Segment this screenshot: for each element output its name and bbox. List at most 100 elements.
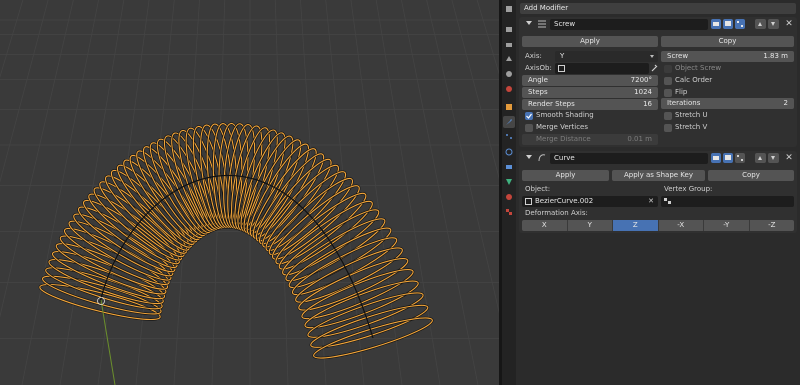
axis-z-button[interactable]: Z (613, 220, 659, 231)
camera-toggle-icon[interactable] (711, 19, 721, 29)
angle-field[interactable]: Angle 7200° (522, 75, 658, 86)
axis-select[interactable]: Y (555, 51, 658, 62)
editmode-toggle-icon[interactable] (735, 153, 745, 163)
iterations-field[interactable]: Iterations 2 (661, 98, 794, 109)
screw-modifier-panel: Screw ✕ Apply Copy Axis: Y AxisOb: Angle… (519, 17, 797, 147)
tab-modifiers[interactable] (503, 116, 515, 128)
axisob-field[interactable] (555, 63, 649, 74)
tab-texture[interactable] (503, 206, 515, 218)
checkmark-icon (526, 113, 532, 119)
iterations-label: Iterations (667, 99, 701, 107)
axis-neg-x-button[interactable]: -X (658, 220, 704, 231)
tab-particles[interactable] (503, 131, 515, 143)
camera-toggle-icon[interactable] (711, 153, 721, 163)
axis-label: Axis: (525, 52, 542, 60)
axisob-label: AxisOb: (525, 64, 552, 72)
properties-editor: Add Modifier Screw ✕ Apply Copy Axis: Y … (516, 0, 800, 385)
axis-neg-y-button[interactable]: -Y (704, 220, 750, 231)
iterations-value: 2 (783, 99, 788, 107)
modifier-name-field[interactable]: Screw (550, 19, 708, 30)
tab-tool[interactable] (503, 3, 515, 15)
scene-icon (506, 71, 512, 77)
camera-icon (506, 27, 512, 32)
copy-button[interactable]: Copy (708, 170, 794, 181)
curve-panel-header: Curve ✕ (519, 151, 797, 166)
add-modifier-dropdown[interactable]: Add Modifier (520, 3, 796, 14)
apply-button[interactable]: Apply (522, 170, 609, 181)
viewport-scene (0, 0, 499, 385)
vertex-group-label: Vertex Group: (664, 185, 713, 193)
curve-modifier-panel: Curve ✕ Apply Apply as Shape Key Copy Ob… (519, 151, 797, 233)
axis-y-button[interactable]: Y (567, 220, 613, 231)
apply-as-shape-key-button[interactable]: Apply as Shape Key (612, 170, 705, 181)
object-screw-label: Object Screw (675, 64, 722, 72)
object-icon (506, 104, 512, 110)
tab-constraints[interactable] (503, 161, 515, 173)
tab-data[interactable] (503, 176, 515, 188)
collapse-arrow-icon[interactable] (526, 21, 532, 25)
collapse-arrow-icon[interactable] (526, 155, 532, 159)
stretch-v-label: Stretch V (675, 123, 708, 131)
object-icon (525, 198, 532, 205)
render-steps-label: Render Steps (528, 100, 575, 108)
tab-output[interactable] (503, 38, 515, 50)
deformation-axis-selector: X Y Z -X -Y -Z (522, 220, 794, 231)
steps-field[interactable]: Steps 1024 (522, 87, 658, 98)
screw-offset-value: 1.83 m (763, 52, 788, 60)
flip-checkbox[interactable] (664, 89, 672, 97)
smooth-shading-checkbox[interactable] (525, 112, 533, 120)
monitor-toggle-icon[interactable] (723, 153, 733, 163)
image-icon (506, 56, 512, 61)
tab-render[interactable] (503, 23, 515, 35)
curve-object-field[interactable]: BezierCurve.002 ✕ (522, 196, 658, 207)
tab-view-layer[interactable] (503, 52, 515, 64)
chevron-down-icon (650, 55, 654, 58)
move-down-button[interactable] (768, 19, 779, 29)
editmode-toggle-icon[interactable] (735, 19, 745, 29)
copy-button[interactable]: Copy (661, 36, 794, 47)
close-icon[interactable]: ✕ (784, 19, 794, 29)
merge-distance-field[interactable]: Merge Distance 0.01 m (522, 134, 658, 145)
tab-world[interactable] (503, 83, 515, 95)
vertex-group-field[interactable] (661, 196, 794, 207)
constraints-icon (506, 165, 512, 169)
material-icon (506, 194, 512, 200)
close-icon[interactable]: ✕ (784, 153, 794, 163)
render-steps-field[interactable]: Render Steps 16 (522, 99, 658, 110)
object-screw-checkbox[interactable] (664, 65, 672, 73)
axis-x-button[interactable]: X (522, 220, 568, 231)
screw-panel-header: Screw ✕ (519, 17, 797, 32)
move-up-button[interactable] (755, 19, 766, 29)
merge-distance-value: 0.01 m (627, 135, 652, 143)
stretch-v-checkbox[interactable] (664, 124, 672, 132)
merge-vertices-label: Merge Vertices (536, 123, 588, 131)
axis-neg-z-button[interactable]: -Z (749, 220, 794, 231)
tab-material[interactable] (503, 191, 515, 203)
world-icon (506, 86, 512, 92)
move-up-button[interactable] (755, 153, 766, 163)
move-down-button[interactable] (768, 153, 779, 163)
tab-physics[interactable] (503, 146, 515, 158)
screw-offset-field[interactable]: Screw 1.83 m (661, 51, 794, 62)
curve-modifier-icon (538, 154, 546, 162)
apply-button[interactable]: Apply (522, 36, 658, 47)
eyedropper-icon[interactable] (651, 64, 658, 72)
3d-viewport[interactable] (0, 0, 499, 385)
tab-scene[interactable] (503, 68, 515, 80)
screw-offset-label: Screw (667, 52, 689, 60)
curve-object-value: BezierCurve.002 (535, 197, 594, 205)
steps-label: Steps (528, 88, 548, 96)
angle-value: 7200° (630, 76, 652, 84)
merge-vertices-checkbox[interactable] (525, 124, 533, 132)
angle-label: Angle (528, 76, 548, 84)
texture-icon (506, 209, 512, 215)
steps-value: 1024 (634, 88, 652, 96)
tool-icon (506, 6, 512, 12)
clear-field-icon[interactable]: ✕ (648, 196, 654, 207)
tab-object[interactable] (503, 101, 515, 113)
monitor-toggle-icon[interactable] (723, 19, 733, 29)
modifier-name-field[interactable]: Curve (550, 153, 708, 164)
stretch-u-checkbox[interactable] (664, 112, 672, 120)
calc-order-checkbox[interactable] (664, 77, 672, 85)
printer-icon (506, 43, 512, 47)
